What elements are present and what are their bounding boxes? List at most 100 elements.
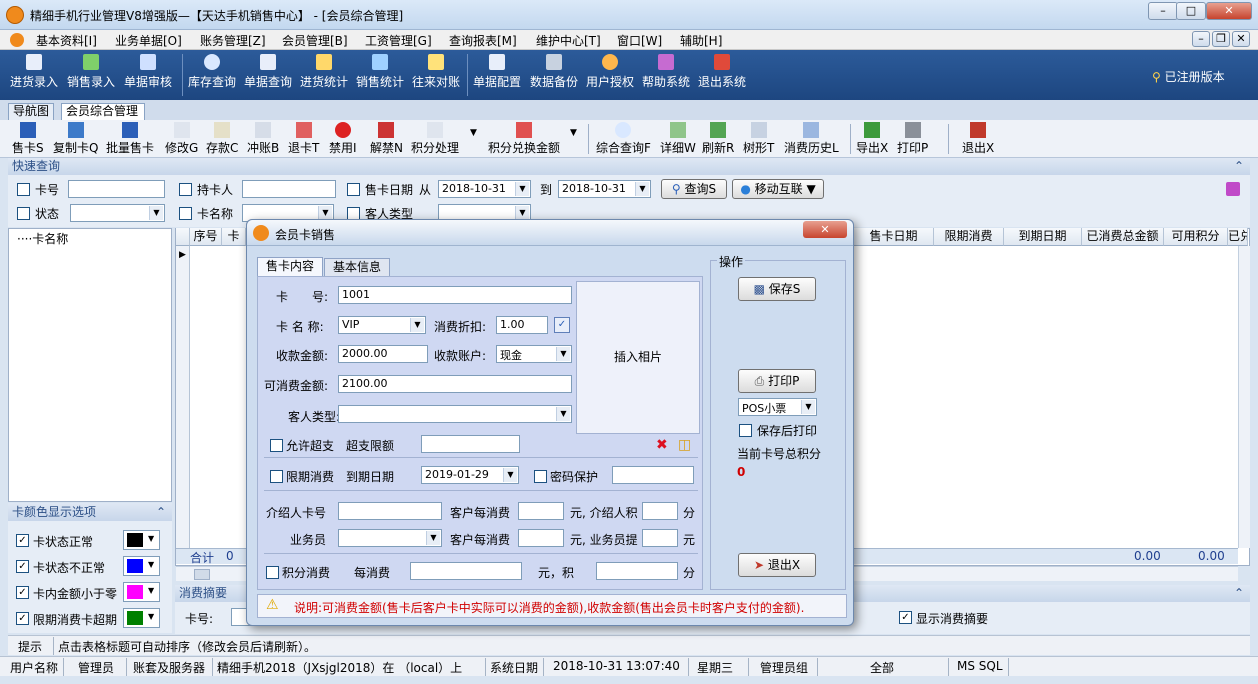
color-picker[interactable]: ▼	[123, 556, 160, 576]
menu-business[interactable]: 业务单据[O]	[115, 32, 182, 49]
menu-salary[interactable]: 工资管理[G]	[365, 32, 432, 49]
points-exchange-button[interactable]: 积分兑换金额	[488, 122, 560, 156]
menu-reports[interactable]: 查询报表[M]	[449, 32, 517, 49]
holder-input[interactable]	[242, 180, 336, 198]
deposit-button[interactable]: 存款C	[206, 122, 238, 156]
stock-query-button[interactable]: 库存查询	[188, 54, 236, 90]
menu-member[interactable]: 会员管理[B]	[282, 32, 348, 49]
color-picker[interactable]: ▼	[123, 582, 160, 602]
help-system-button[interactable]: 帮助系统	[642, 54, 690, 90]
menu-help[interactable]: 辅助[H]	[680, 32, 722, 49]
purchase-stats-button[interactable]: 进货统计	[300, 54, 348, 90]
points-per-consume-input[interactable]	[410, 562, 522, 580]
edit-discount-icon[interactable]: ✓	[554, 317, 570, 333]
copy-card-button[interactable]: 复制卡Q	[53, 122, 98, 156]
points-input[interactable]	[596, 562, 678, 580]
column-header-points[interactable]: 可用积分	[1164, 228, 1228, 246]
query-button[interactable]: ⚲ 查询S	[661, 179, 727, 199]
referrer-input[interactable]	[338, 502, 442, 520]
backup-button[interactable]: 数据备份	[530, 54, 578, 90]
password-input[interactable]	[612, 466, 694, 484]
chevron-down-icon[interactable]: ▼	[570, 128, 577, 138]
disable-button[interactable]: 禁用I	[329, 122, 357, 156]
reverse-button[interactable]: 冲账B	[247, 122, 279, 156]
card-name-checkbox[interactable]	[179, 207, 192, 220]
password-checkbox[interactable]	[534, 470, 547, 483]
refresh-button[interactable]: 刷新R	[702, 122, 734, 156]
delete-photo-icon[interactable]: ✖	[656, 437, 668, 453]
salesman-commission-input[interactable]	[642, 529, 678, 547]
salesman-select[interactable]: ▼	[338, 529, 442, 547]
salesman-per-consume-input[interactable]	[518, 529, 564, 547]
sales-entry-button[interactable]: 销售录入	[67, 54, 115, 90]
column-header-limited[interactable]: 限期消费	[934, 228, 1004, 246]
collapse-icon[interactable]: ⌃	[1234, 585, 1244, 601]
limited-consume-checkbox[interactable]	[270, 470, 283, 483]
reconcile-button[interactable]: 往来对账	[412, 54, 460, 90]
exit-button[interactable]: 退出X	[962, 122, 994, 156]
print-type-select[interactable]: POS小票 ▼	[738, 398, 817, 416]
color-option-checkbox[interactable]: ✓	[16, 612, 29, 625]
grid-vertical-scrollbar[interactable]	[1238, 246, 1250, 548]
referrer-points-input[interactable]	[642, 502, 678, 520]
collapse-icon[interactable]: ⌃	[1234, 158, 1244, 174]
color-option-checkbox[interactable]: ✓	[16, 534, 29, 547]
customer-type-select[interactable]: ▼	[338, 405, 572, 423]
open-folder-icon[interactable]: ◫	[678, 437, 691, 453]
sale-date-checkbox[interactable]	[347, 183, 360, 196]
card-no-checkbox[interactable]	[17, 183, 30, 196]
column-header-index[interactable]: 序号	[190, 228, 222, 246]
purchase-entry-button[interactable]: 进货录入	[10, 54, 58, 90]
bill-config-button[interactable]: 单据配置	[473, 54, 521, 90]
status-checkbox[interactable]	[17, 207, 30, 220]
column-header-redeemed[interactable]: 已兑	[1228, 228, 1248, 246]
card-no-input[interactable]	[68, 180, 165, 198]
menu-maintenance[interactable]: 维护中心[T]	[536, 32, 601, 49]
tab-sale-content[interactable]: 售卡内容	[257, 257, 323, 276]
points-process-button[interactable]: 积分处理	[411, 122, 459, 156]
account-select[interactable]: 现金 ▼	[496, 345, 572, 363]
tab-navigation[interactable]: 导航图	[8, 103, 55, 120]
tree-root[interactable]: ····卡名称	[17, 230, 68, 247]
consumable-input[interactable]: 2100.00	[338, 375, 572, 393]
sales-stats-button[interactable]: 销售统计	[356, 54, 404, 90]
print-after-save-checkbox[interactable]	[739, 424, 752, 437]
chevron-down-icon[interactable]: ▼	[470, 128, 477, 138]
combined-query-button[interactable]: 综合查询F	[596, 122, 651, 156]
export-button[interactable]: 导出X	[856, 122, 888, 156]
mdi-restore-button[interactable]: ❐	[1212, 31, 1230, 47]
column-header-sale-date[interactable]: 售卡日期	[854, 228, 934, 246]
color-picker[interactable]: ▼	[123, 608, 160, 628]
column-header-card[interactable]: 卡	[222, 228, 246, 246]
tree-button[interactable]: 树形T	[743, 122, 774, 156]
color-picker[interactable]: ▼	[123, 530, 160, 550]
date-to-picker[interactable]: 2018-10-31 ▼	[558, 180, 651, 198]
dialog-close-button[interactable]: ✕	[803, 221, 847, 238]
column-header-spent[interactable]: 已消费总金额	[1082, 228, 1164, 246]
card-name-select[interactable]: VIP ▼	[338, 316, 426, 334]
menu-window[interactable]: 窗口[W]	[617, 32, 662, 49]
batch-sell-button[interactable]: 批量售卡	[106, 122, 154, 156]
audit-button[interactable]: 单据审核	[124, 54, 172, 90]
history-button[interactable]: 消费历史L	[784, 122, 839, 156]
collapse-icon[interactable]: ⌃	[156, 503, 166, 521]
maximize-button[interactable]: □	[1176, 2, 1206, 20]
points-consume-checkbox[interactable]	[266, 566, 279, 579]
scroll-thumb[interactable]	[194, 569, 210, 580]
referrer-per-consume-input[interactable]	[518, 502, 564, 520]
status-select[interactable]: ▼	[70, 204, 165, 222]
book-icon[interactable]	[1226, 182, 1240, 196]
enable-button[interactable]: 解禁N	[370, 122, 403, 156]
discount-input[interactable]: 1.00	[496, 316, 548, 334]
color-option-checkbox[interactable]: ✓	[16, 586, 29, 599]
menu-basic[interactable]: 基本资料[I]	[36, 32, 97, 49]
show-summary-checkbox[interactable]: ✓	[899, 611, 912, 624]
user-auth-button[interactable]: 用户授权	[586, 54, 634, 90]
save-button[interactable]: ▩ 保存S	[738, 277, 816, 301]
edit-button[interactable]: 修改G	[165, 122, 198, 156]
minimize-button[interactable]: –	[1148, 2, 1178, 20]
menu-finance[interactable]: 账务管理[Z]	[200, 32, 266, 49]
card-no-input[interactable]: 1001	[338, 286, 572, 304]
column-header-expire[interactable]: 到期日期	[1004, 228, 1082, 246]
color-option-checkbox[interactable]: ✓	[16, 560, 29, 573]
